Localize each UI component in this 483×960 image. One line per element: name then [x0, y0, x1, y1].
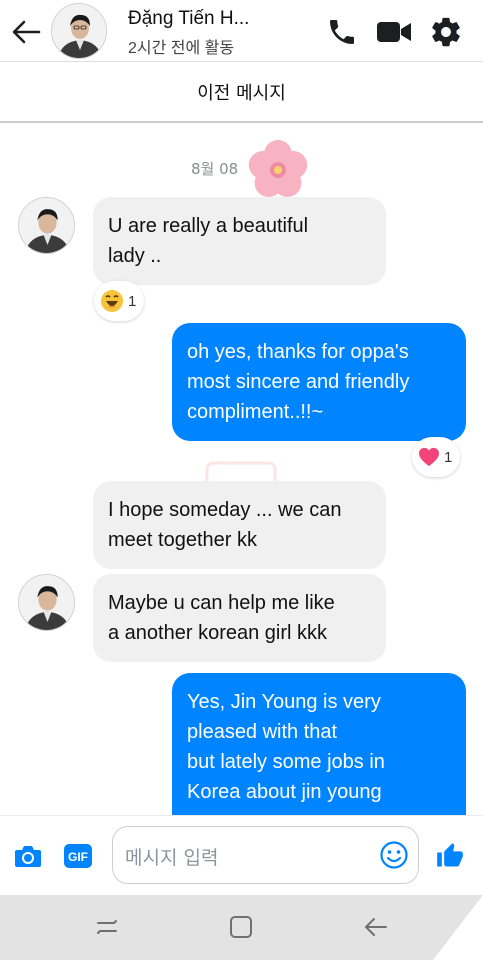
recent-apps-icon[interactable]: [85, 907, 129, 947]
active-status: 2시간 전에 활동: [128, 40, 235, 57]
gear-icon[interactable]: [426, 12, 466, 52]
message-input[interactable]: 메시지 입력: [112, 826, 419, 884]
thumbs-up-icon[interactable]: [430, 836, 470, 876]
message-bubble-incoming[interactable]: I hope someday ... we can meet together …: [93, 481, 386, 569]
reaction-count: 1: [128, 292, 137, 310]
cherry-blossom-icon: [248, 140, 308, 197]
gif-label: GIF: [68, 850, 88, 864]
reaction-count: 1: [444, 448, 453, 466]
message-bubble-incoming[interactable]: U are really a beautiful lady ..: [93, 197, 386, 285]
emoji-icon[interactable]: [379, 840, 409, 870]
system-navigation-bar: [0, 895, 483, 960]
camera-icon[interactable]: [8, 836, 48, 876]
message-reaction[interactable]: 1: [412, 437, 461, 477]
message-composer: GIF 메시지 입력: [0, 815, 483, 895]
back-arrow-icon[interactable]: [8, 14, 44, 50]
heart-icon: [419, 447, 439, 467]
gif-icon[interactable]: GIF: [58, 836, 98, 876]
contact-avatar[interactable]: [18, 197, 75, 254]
video-camera-icon[interactable]: [374, 12, 414, 52]
previous-messages-button[interactable]: 이전 메시지: [0, 62, 483, 123]
message-bubble-outgoing[interactable]: oh yes, thanks for oppa's most sincere a…: [172, 323, 466, 441]
date-separator: 8월 08: [191, 160, 239, 178]
contact-avatar[interactable]: [51, 3, 107, 59]
chat-thread[interactable]: 8월 08 U are really a beautiful lady .. 1…: [0, 125, 483, 815]
chat-header: Đặng Tiến H... 2시간 전에 활동: [0, 0, 483, 62]
corner-decoration: [433, 895, 483, 960]
phone-icon[interactable]: [322, 12, 362, 52]
message-bubble-incoming[interactable]: Maybe u can help me like a another korea…: [93, 574, 386, 662]
message-reaction[interactable]: 1: [94, 281, 145, 321]
home-icon[interactable]: [219, 907, 263, 947]
contact-name[interactable]: Đặng Tiến H...: [128, 8, 278, 30]
message-input-placeholder: 메시지 입력: [125, 847, 219, 869]
message-bubble-outgoing[interactable]: Yes, Jin Young is very pleased with that…: [172, 673, 466, 815]
laughing-emoji-icon: [101, 290, 123, 312]
back-icon[interactable]: [354, 907, 398, 947]
contact-avatar[interactable]: [18, 574, 75, 631]
